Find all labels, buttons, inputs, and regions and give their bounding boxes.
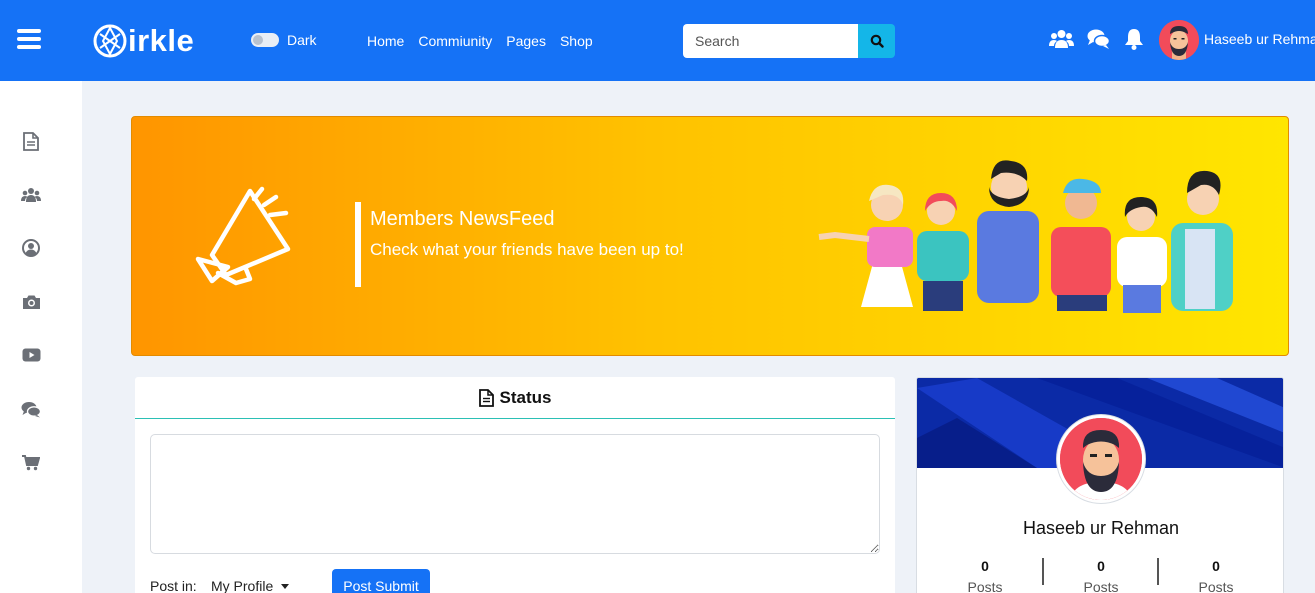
dark-mode-label: Dark xyxy=(287,32,317,48)
friends-illustration xyxy=(818,160,1233,313)
stat-label: Posts xyxy=(1083,579,1119,593)
logo-text: irkle xyxy=(128,23,195,58)
status-title: Status xyxy=(499,387,552,407)
status-card: Status Post in: My Profile Post Submit xyxy=(135,377,895,593)
profile-stat-posts: 0 Posts xyxy=(1071,558,1131,593)
post-in-select[interactable]: My Profile xyxy=(211,578,290,593)
newsfeed-icon[interactable] xyxy=(21,131,41,151)
dark-mode-toggle[interactable] xyxy=(251,33,279,47)
nav-link-home[interactable]: Home xyxy=(367,33,404,49)
status-textarea[interactable] xyxy=(150,434,880,554)
document-icon xyxy=(478,388,494,407)
chat-icon[interactable] xyxy=(1087,28,1110,50)
post-in-value: My Profile xyxy=(211,578,274,593)
groups-icon[interactable] xyxy=(21,185,41,205)
post-in-label: Post in: xyxy=(150,578,197,593)
stat-value: 0 xyxy=(1097,558,1105,574)
stat-value: 0 xyxy=(981,558,989,574)
top-navbar: irkle Dark Home Commiunity Pages Shop Se… xyxy=(0,0,1315,81)
profile-icon[interactable] xyxy=(21,238,41,258)
megaphone-icon xyxy=(195,186,291,286)
camera-icon[interactable] xyxy=(21,292,41,312)
stat-label: Posts xyxy=(967,579,1003,593)
nav-link-community[interactable]: Commiunity xyxy=(418,33,492,49)
profile-card: Haseeb ur Rehman 0 Posts 0 Posts 0 Posts xyxy=(916,377,1284,593)
search-input[interactable] xyxy=(683,24,858,58)
search-button[interactable] xyxy=(858,24,895,58)
cart-icon[interactable] xyxy=(21,453,41,473)
stat-value: 0 xyxy=(1212,558,1220,574)
menu-icon[interactable] xyxy=(17,29,41,49)
logo-icon xyxy=(93,24,127,58)
sidebar xyxy=(0,81,82,593)
messages-icon[interactable] xyxy=(21,399,41,419)
profile-name: Haseeb ur Rehman xyxy=(1022,518,1180,538)
bell-icon[interactable] xyxy=(1124,28,1144,50)
banner-subtitle: Check what your friends have been up to! xyxy=(370,240,684,259)
profile-stat-posts: 0 Posts xyxy=(955,558,1015,593)
stat-label: Posts xyxy=(1198,579,1234,593)
search-icon xyxy=(870,34,884,48)
profile-stat-posts: 0 Posts xyxy=(1186,558,1246,593)
stat-divider xyxy=(1157,558,1159,585)
profile-avatar[interactable] xyxy=(1057,415,1145,503)
status-header: Status xyxy=(135,377,895,419)
logo[interactable]: irkle xyxy=(93,22,194,60)
avatar[interactable] xyxy=(1159,20,1199,60)
video-icon[interactable] xyxy=(21,345,41,365)
user-name[interactable]: Haseeb ur Rehman xyxy=(1204,31,1315,47)
caret-down-icon xyxy=(281,583,290,589)
post-submit-button[interactable]: Post Submit xyxy=(332,569,430,593)
stat-divider xyxy=(1042,558,1044,585)
newsfeed-banner: Members NewsFeed Check what your friends… xyxy=(131,116,1289,356)
nav-link-pages[interactable]: Pages xyxy=(506,33,546,49)
banner-accent-bar xyxy=(355,202,361,287)
main-nav: Home Commiunity Pages Shop xyxy=(367,33,607,49)
banner-title: Members NewsFeed xyxy=(370,208,555,230)
users-icon[interactable] xyxy=(1049,28,1074,50)
nav-link-shop[interactable]: Shop xyxy=(560,33,593,49)
